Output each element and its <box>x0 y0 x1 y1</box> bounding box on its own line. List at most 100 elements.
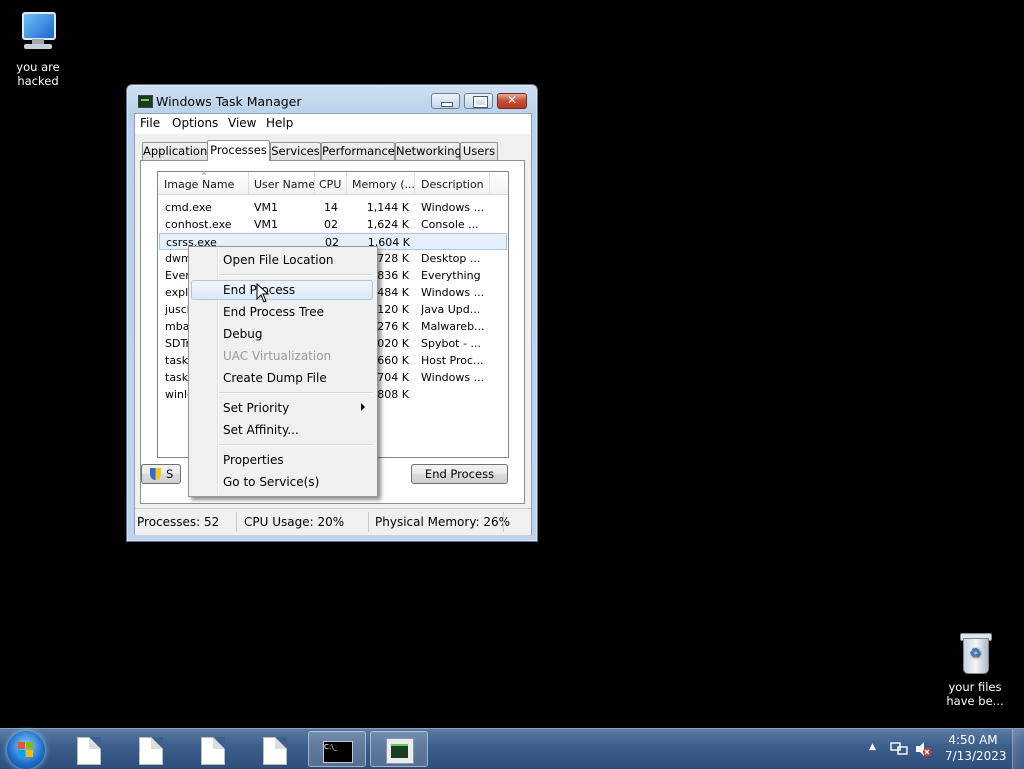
taskbar-button-document-2[interactable] <box>122 731 180 767</box>
column-cpu[interactable]: CPU <box>319 178 341 191</box>
title-bar[interactable]: Windows Task Manager ✕ <box>127 85 537 115</box>
maximize-button[interactable] <box>464 93 493 109</box>
menu-options[interactable]: Options <box>172 116 218 130</box>
window-title: Windows Task Manager <box>156 94 302 109</box>
show-all-processes-button[interactable]: S <box>141 464 181 484</box>
tab-networking[interactable]: Networking <box>395 142 462 160</box>
maximize-icon <box>473 96 488 108</box>
recycle-bin-icon: ♻ <box>951 630 999 678</box>
clock[interactable]: 4:50 AM 7/13/2023 <box>945 733 1007 763</box>
cell-description: Host Proc... <box>421 354 484 367</box>
document-icon <box>201 737 225 765</box>
start-button[interactable] <box>7 731 45 769</box>
tab-services[interactable]: Services <box>270 142 321 160</box>
task-manager-icon <box>386 738 414 764</box>
volume-muted-icon[interactable] <box>914 741 932 757</box>
table-row[interactable]: cmd.exe VM1 14 1,144 K Windows ... <box>159 199 507 216</box>
menu-item-label: Go to Service(s) <box>223 475 320 489</box>
taskbar-button-command-prompt[interactable]: C:\_ <box>308 731 366 767</box>
menu-item-open-file-location[interactable]: Open File Location <box>191 250 373 270</box>
taskbar-button-document-1[interactable] <box>60 731 118 767</box>
menu-view[interactable]: View <box>228 116 256 130</box>
show-hidden-icons-arrow-icon[interactable]: ▲ <box>869 742 876 752</box>
menu-item-label: Set Affinity... <box>223 423 299 437</box>
menu-separator <box>219 392 373 394</box>
menu-help[interactable]: Help <box>266 116 293 130</box>
column-image-name[interactable]: Image Name <box>164 178 234 191</box>
network-icon[interactable] <box>890 741 908 757</box>
column-description[interactable]: Description <box>421 178 484 191</box>
menu-item-label: Create Dump File <box>223 371 327 385</box>
uac-shield-icon <box>150 468 161 480</box>
menu-item-set-affinity[interactable]: Set Affinity... <box>191 420 373 440</box>
cell-memory: 1,624 K <box>366 218 409 231</box>
menu-item-end-process-tree[interactable]: End Process Tree <box>191 302 373 322</box>
column-memory[interactable]: Memory (... <box>352 178 415 191</box>
document-icon <box>77 737 101 765</box>
cell-image-name: conhost.exe <box>165 218 232 231</box>
desktop-icon-recycle-bin[interactable]: ♻ your files have be... <box>940 630 1010 708</box>
menu-item-debug[interactable]: Debug <box>191 324 373 344</box>
submenu-arrow-icon <box>361 403 365 411</box>
cell-cpu: 02 <box>324 218 338 231</box>
mouse-cursor-icon <box>256 283 270 303</box>
menu-item-uac-virtualization: UAC Virtualization <box>191 346 373 366</box>
menu-item-label: Set Priority <box>223 401 290 415</box>
taskbar-button-task-manager[interactable] <box>370 731 428 767</box>
show-desktop-button[interactable] <box>1012 729 1024 769</box>
menu-file[interactable]: File <box>140 116 160 130</box>
tab-applications[interactable]: Applications <box>142 142 213 160</box>
menu-separator <box>219 444 373 446</box>
menu-item-set-priority[interactable]: Set Priority <box>191 398 373 418</box>
close-button[interactable]: ✕ <box>497 93 527 109</box>
computer-icon <box>14 10 62 58</box>
cell-description: Windows ... <box>421 201 485 214</box>
cell-image-name: cmd.exe <box>165 201 212 214</box>
taskbar: C:\_ ▲ 4:50 AM 7/13/2023 <box>0 728 1024 769</box>
taskbar-button-document-4[interactable] <box>246 731 304 767</box>
menu-bar: File Options View Help <box>135 114 531 134</box>
cell-description: Malwareb... <box>421 320 485 333</box>
menu-item-label: Open File Location <box>223 253 334 267</box>
status-processes: Processes: 52 <box>137 515 220 529</box>
document-icon <box>139 737 163 765</box>
clock-date: 7/13/2023 <box>945 749 1007 763</box>
process-list-header: ^ Image Name User Name CPU Memory (... D… <box>158 172 508 195</box>
menu-item-label: End Process Tree <box>223 305 324 319</box>
desktop-icon-label: your files have be... <box>946 680 1004 708</box>
task-manager-icon <box>138 95 153 108</box>
taskbar-button-document-3[interactable] <box>184 731 242 767</box>
status-bar: Processes: 52 CPU Usage: 20% Physical Me… <box>135 508 531 535</box>
column-user-name[interactable]: User Name <box>254 178 315 191</box>
windows-logo-icon <box>18 742 34 758</box>
menu-item-go-to-services[interactable]: Go to Service(s) <box>191 472 373 492</box>
tab-users[interactable]: Users <box>460 142 498 160</box>
tab-performance[interactable]: Performance <box>321 142 395 160</box>
tab-processes[interactable]: Processes <box>207 140 270 161</box>
status-cpu-usage: CPU Usage: 20% <box>244 515 345 529</box>
menu-item-label: UAC Virtualization <box>223 349 332 363</box>
minimize-button[interactable] <box>431 93 460 109</box>
table-row[interactable]: conhost.exe VM1 02 1,624 K Console ... <box>159 216 507 233</box>
desktop-icon-label: you are hacked <box>16 60 60 88</box>
cell-description: Everything <box>421 269 481 282</box>
cell-description: Desktop ... <box>421 252 481 265</box>
process-context-menu: Open File Location End Process End Proce… <box>188 246 378 497</box>
minimize-icon <box>441 102 453 107</box>
cell-description: Java Upd... <box>421 303 481 316</box>
menu-item-create-dump-file[interactable]: Create Dump File <box>191 368 373 388</box>
cell-user-name: VM1 <box>254 218 279 231</box>
document-icon <box>263 737 287 765</box>
menu-separator <box>219 274 373 276</box>
command-prompt-icon: C:\_ <box>323 741 353 763</box>
menu-item-label: Debug <box>223 327 263 341</box>
cell-description: Spybot - ... <box>421 337 481 350</box>
menu-item-end-process[interactable]: End Process <box>191 280 373 300</box>
end-process-button[interactable]: End Process <box>411 464 508 484</box>
menu-item-properties[interactable]: Properties <box>191 450 373 470</box>
cell-description: Windows ... <box>421 286 485 299</box>
clock-time: 4:50 AM <box>948 733 998 747</box>
show-all-processes-label: S <box>166 467 174 481</box>
menu-item-label: Properties <box>223 453 284 467</box>
desktop-icon-computer[interactable]: you are hacked <box>3 10 73 88</box>
